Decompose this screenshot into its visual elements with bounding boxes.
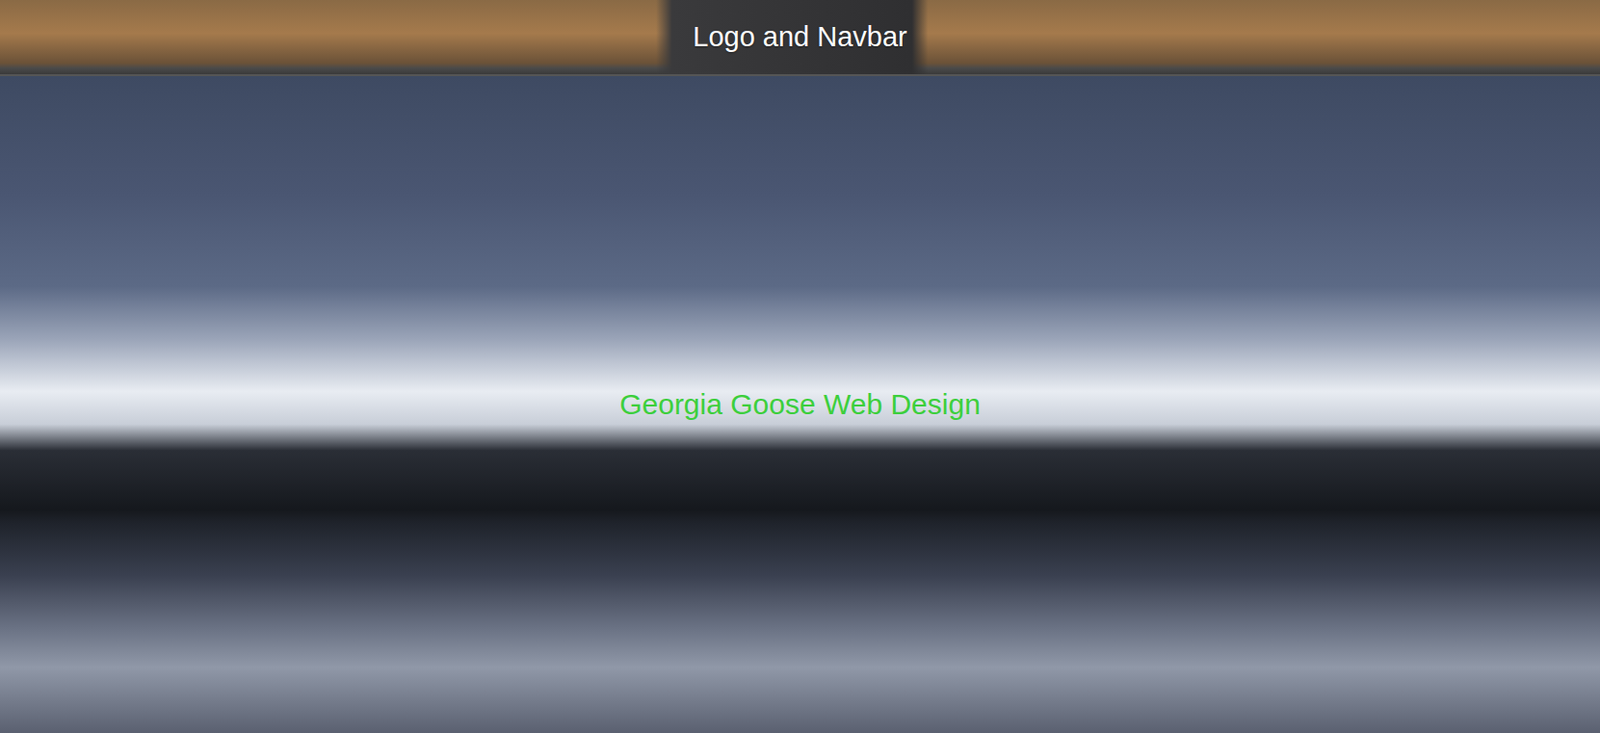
hero-title: Georgia Goose Web Design	[607, 384, 993, 425]
hero-banner: Georgia Goose Web Design	[0, 76, 1600, 733]
header-navbar: Logo and Navbar	[0, 0, 1600, 77]
header-title: Logo and Navbar	[681, 17, 919, 57]
